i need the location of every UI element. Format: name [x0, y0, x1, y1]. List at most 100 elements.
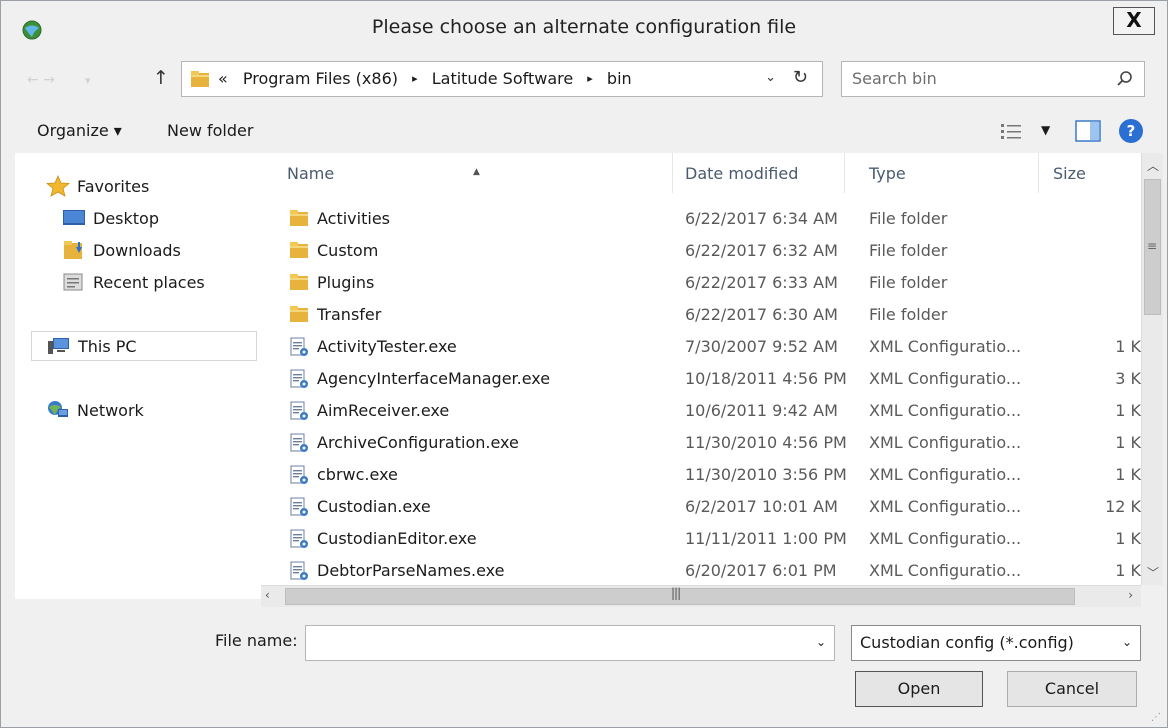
- folder-icon: [289, 241, 309, 263]
- config-file-icon: [289, 529, 309, 553]
- nav-label: This PC: [78, 336, 137, 356]
- column-header-size[interactable]: Size: [1027, 153, 1141, 193]
- address-dropdown-icon[interactable]: ⌄: [765, 70, 776, 85]
- file-date-modified: 6/22/2017 6:34 AM: [685, 209, 838, 228]
- file-row[interactable]: Transfer 6/22/2017 6:30 AM File folder: [261, 299, 1141, 331]
- file-name: AgencyInterfaceManager.exe: [317, 369, 551, 388]
- nav-this-pc[interactable]: This PC: [31, 331, 257, 361]
- vertical-scrollbar[interactable]: ︿ ≡ ﹀: [1141, 153, 1163, 585]
- nav-label: Favorites: [77, 176, 150, 196]
- config-file-icon: [289, 369, 309, 393]
- view-dropdown-icon[interactable]: ▼: [1041, 123, 1050, 137]
- svg-text:▾: ▾: [85, 74, 91, 87]
- refresh-icon[interactable]: ↻: [793, 67, 808, 88]
- scroll-right-icon[interactable]: ›: [1128, 588, 1133, 602]
- file-list[interactable]: ▲ Name Date modified Type Size Activitie…: [261, 153, 1141, 585]
- file-row[interactable]: Custodian.exe 6/2/2017 10:01 AM XML Config…: [261, 491, 1141, 523]
- file-size: 3 K: [1115, 369, 1141, 388]
- downloads-icon: [61, 239, 87, 261]
- chevron-down-icon[interactable]: ⌄: [816, 635, 826, 649]
- config-file-icon: [289, 561, 309, 585]
- file-size: 1 K: [1115, 433, 1141, 452]
- file-type: XML Configuratio...: [869, 401, 1022, 420]
- file-date-modified: 6/22/2017 6:30 AM: [685, 305, 838, 324]
- nav-network[interactable]: Network: [45, 395, 261, 425]
- config-file-icon: [289, 337, 309, 361]
- file-name: ActivityTester.exe: [317, 337, 457, 356]
- file-date-modified: 7/30/2007 9:52 AM: [685, 337, 838, 356]
- file-date-modified: 6/22/2017 6:32 AM: [685, 241, 838, 260]
- file-size: 1 K: [1115, 561, 1141, 580]
- file-type: File folder: [869, 241, 948, 260]
- file-row[interactable]: DebtorParseNames.exe 6/20/2017 6:01 PM XML…: [261, 555, 1141, 585]
- file-name: Activities: [317, 209, 390, 228]
- recent-places-icon: [61, 271, 87, 293]
- file-row[interactable]: Plugins 6/22/2017 6:33 AM File folder: [261, 267, 1141, 299]
- nav-desktop[interactable]: Desktop: [61, 203, 261, 233]
- file-size: 1 K: [1115, 529, 1141, 548]
- file-type: XML Configuratio...: [869, 561, 1022, 580]
- search-icon[interactable]: [1116, 70, 1134, 92]
- column-header-date[interactable]: Date modified: [659, 153, 845, 193]
- folder-icon: [289, 305, 309, 327]
- file-size: 1 K: [1115, 401, 1141, 420]
- file-dialog: Please choose an alternate configuration…: [0, 0, 1168, 728]
- file-row[interactable]: ActivityTester.exe 7/30/2007 9:52 AM XML C…: [261, 331, 1141, 363]
- folder-icon: [289, 209, 309, 231]
- computer-icon: [46, 335, 72, 357]
- file-row[interactable]: Activities 6/22/2017 6:34 AM File folder: [261, 203, 1141, 235]
- new-folder-button[interactable]: New folder: [167, 121, 253, 140]
- scroll-left-icon[interactable]: ‹: [265, 588, 270, 602]
- nav-recent-places[interactable]: Recent places: [61, 267, 261, 297]
- nav-favorites[interactable]: Favorites: [45, 171, 261, 201]
- column-header-type[interactable]: Type: [843, 153, 1039, 193]
- config-file-icon: [289, 497, 309, 521]
- column-header-name[interactable]: ▲ Name: [261, 153, 673, 193]
- file-name: CustodianEditor.exe: [317, 529, 477, 548]
- horizontal-scrollbar[interactable]: ‹ ||| ›: [261, 585, 1141, 607]
- breadcrumb-separator[interactable]: ▸: [412, 72, 418, 85]
- address-bar[interactable]: « Program Files (x86) ▸ Latitude Softwar…: [181, 61, 823, 97]
- back-forward-buttons[interactable]: ← → ▾: [25, 67, 135, 93]
- chevron-down-icon[interactable]: ⌄: [1122, 635, 1132, 649]
- file-row[interactable]: cbrwc.exe 11/30/2010 3:56 PM XML Configura…: [261, 459, 1141, 491]
- nav-label: Downloads: [93, 240, 181, 260]
- scroll-down-icon[interactable]: ﹀: [1142, 564, 1164, 581]
- cancel-button[interactable]: Cancel: [1007, 671, 1137, 707]
- search-box[interactable]: Search bin: [841, 61, 1145, 97]
- preview-pane-icon[interactable]: [1075, 119, 1101, 147]
- breadcrumb-separator[interactable]: ▸: [587, 72, 593, 85]
- breadcrumb-latitude-software[interactable]: Latitude Software: [432, 69, 573, 88]
- file-type: XML Configuratio...: [869, 497, 1022, 516]
- address-overflow[interactable]: «: [218, 69, 228, 88]
- view-options-icon[interactable]: [999, 121, 1023, 145]
- up-arrow-icon[interactable]: ↑: [151, 67, 171, 91]
- file-row[interactable]: CustodianEditor.exe 11/11/2011 1:00 PM XML…: [261, 523, 1141, 555]
- file-row[interactable]: ArchiveConfiguration.exe 11/30/2010 4:56 …: [261, 427, 1141, 459]
- close-button[interactable]: X: [1113, 7, 1155, 35]
- file-name: Transfer: [317, 305, 382, 324]
- search-input[interactable]: Search bin: [852, 69, 937, 88]
- breadcrumb-program-files[interactable]: Program Files (x86): [243, 69, 398, 88]
- open-button[interactable]: Open: [855, 671, 983, 707]
- file-name-label: File name:: [215, 631, 298, 650]
- resize-grip-icon[interactable]: ⋰: [1151, 712, 1161, 723]
- nav-label: Network: [77, 400, 144, 420]
- organize-button[interactable]: Organize ▾: [37, 121, 122, 140]
- file-row[interactable]: Custom 6/22/2017 6:32 AM File folder: [261, 235, 1141, 267]
- nav-downloads[interactable]: Downloads: [61, 235, 261, 265]
- folder-icon: [289, 273, 309, 295]
- scroll-up-icon[interactable]: ︿: [1142, 157, 1164, 174]
- svg-text:← →: ← →: [27, 72, 55, 88]
- help-icon[interactable]: ?: [1119, 119, 1143, 143]
- file-name-input[interactable]: ⌄: [305, 625, 835, 661]
- file-type-select[interactable]: Custodian config (*.config) ⌄: [851, 625, 1141, 661]
- breadcrumb-bin[interactable]: bin: [607, 69, 632, 88]
- file-date-modified: 11/30/2010 4:56 PM: [685, 433, 847, 452]
- file-row[interactable]: AgencyInterfaceManager.exe 10/18/2011 4:5…: [261, 363, 1141, 395]
- dialog-title: Please choose an alternate configuration…: [371, 16, 797, 38]
- hscroll-grip-icon: |||: [671, 586, 681, 600]
- file-date-modified: 6/20/2017 6:01 PM: [685, 561, 837, 580]
- file-size: 1 K: [1115, 337, 1141, 356]
- file-row[interactable]: AimReceiver.exe 10/6/2011 9:42 AM XML Conf…: [261, 395, 1141, 427]
